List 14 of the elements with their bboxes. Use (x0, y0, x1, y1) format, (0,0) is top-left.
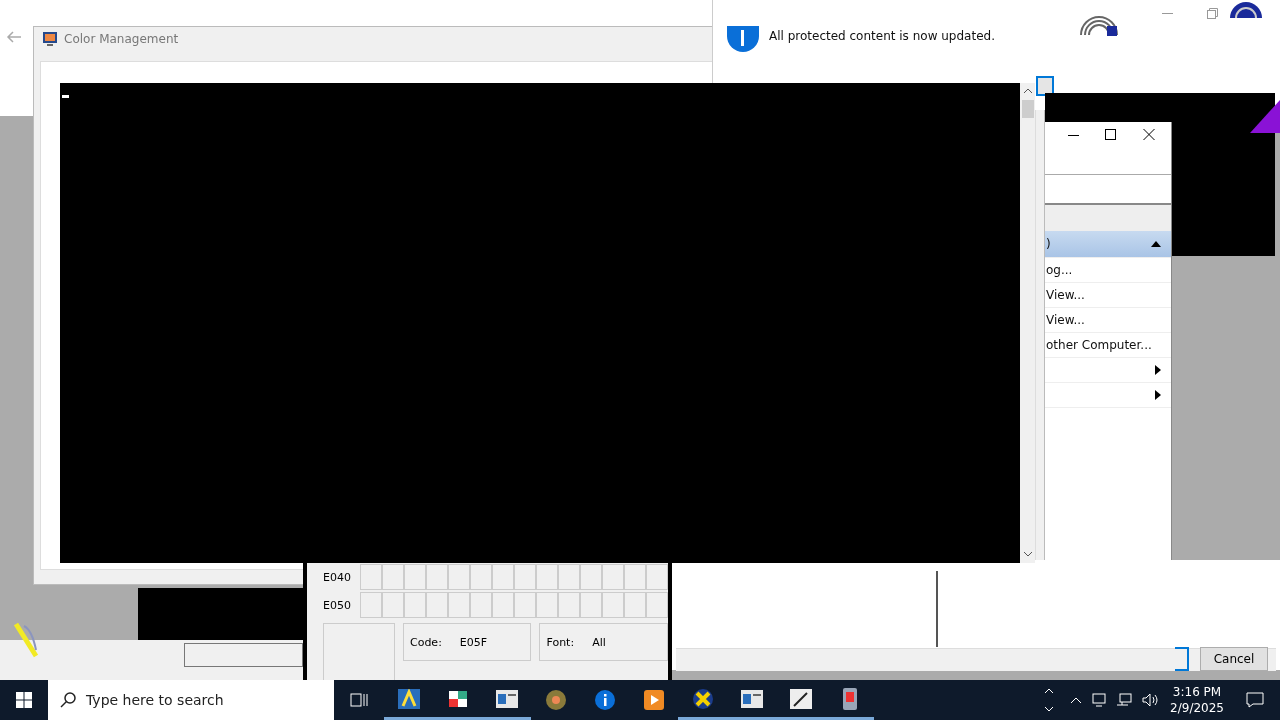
row-label: E040 (323, 570, 352, 584)
menu-item[interactable]: other Computer... (1045, 333, 1171, 358)
search-field[interactable]: Type here to search (48, 680, 334, 720)
menu-item[interactable]: View... (1045, 308, 1171, 333)
row-label: E050 (323, 598, 352, 612)
menu-item[interactable]: View... (1045, 283, 1171, 308)
code-field: Code: E05F (402, 623, 532, 661)
notification-message: All protected content is now updated. (769, 29, 995, 43)
cancel-button[interactable]: Cancel (1200, 647, 1268, 671)
font-field: Font: All (539, 623, 668, 661)
clock[interactable]: 3:16 PM 2/9/2025 (1170, 684, 1224, 716)
menu-item[interactable]: ) (1045, 231, 1171, 258)
menu-item[interactable]: og... (1045, 258, 1171, 283)
window-title: Color Management (64, 32, 179, 46)
